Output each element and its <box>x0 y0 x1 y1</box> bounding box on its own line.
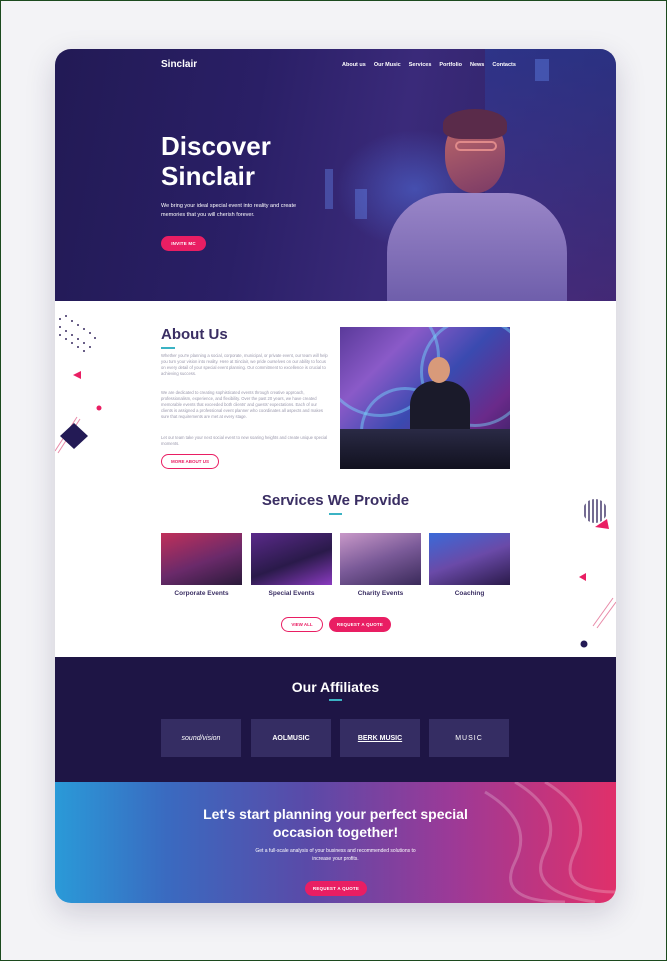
nav-item-about[interactable]: About us <box>342 62 366 68</box>
view-all-button[interactable]: VIEW ALL <box>281 617 323 632</box>
service-card-corporate-label[interactable]: Corporate Events <box>161 590 242 597</box>
service-card-charity-label[interactable]: Charity Events <box>340 590 421 597</box>
about-paragraph-1: Whether you're planning a social, corpor… <box>161 353 328 376</box>
affiliates-title: Our Affiliates <box>291 679 380 695</box>
dot-decoration <box>580 640 588 648</box>
about-paragraph-2: We are dedicated to creating sophisticat… <box>161 390 324 419</box>
about-title: About Us <box>161 326 228 343</box>
about-dj-photo <box>340 327 510 469</box>
cta-background-pattern <box>484 782 616 903</box>
hero-light-bar <box>535 59 549 81</box>
service-card-coaching-label[interactable]: Coaching <box>429 590 510 597</box>
invite-mc-button[interactable]: INVITE MC <box>161 236 206 251</box>
landing-page: Sinclair About us Our Music Services Por… <box>55 49 616 903</box>
nav-item-music[interactable]: Our Music <box>374 62 401 68</box>
service-card-corporate-image[interactable] <box>161 533 242 585</box>
affiliate-logo-sound-vision[interactable]: sound/vision <box>161 719 241 757</box>
hero-title-line1: Discover <box>161 131 271 161</box>
cta-subtitle: Get a full-scale analysis of your busine… <box>255 848 416 862</box>
about-title-underline <box>161 347 175 349</box>
affiliate-logo-music[interactable]: MUSIC <box>429 719 509 757</box>
dots-pattern-decoration <box>59 315 96 352</box>
hero-title: Discover Sinclair <box>161 131 361 191</box>
hero-subtitle: We bring your ideal special event into r… <box>161 203 297 218</box>
service-card-special-image[interactable] <box>251 533 332 585</box>
main-nav: About us Our Music Services Portfolio Ne… <box>342 62 516 68</box>
service-card-charity-image[interactable] <box>340 533 421 585</box>
affiliate-logo-berk-music[interactable]: BERK MUSIC <box>340 719 420 757</box>
cta-title-line1: Let's start planning your perfect specia… <box>203 806 468 822</box>
service-card-special-label[interactable]: Special Events <box>251 590 332 597</box>
services-title: Services We Provide <box>261 492 410 509</box>
brand-logo[interactable]: Sinclair <box>161 59 197 70</box>
triangle-decoration <box>73 371 81 379</box>
cta-request-quote-button[interactable]: REQUEST A QUOTE <box>305 881 367 896</box>
hero-title-line2: Sinclair <box>161 161 255 191</box>
service-card-coaching-image[interactable] <box>429 533 510 585</box>
lines-decoration <box>592 597 616 629</box>
dot-decoration <box>96 405 102 411</box>
more-about-us-button[interactable]: MORE ABOUT US <box>161 454 219 469</box>
hero-light-bar <box>355 189 367 219</box>
services-title-underline <box>329 513 342 515</box>
nav-item-contacts[interactable]: Contacts <box>492 62 516 68</box>
cta-title: Let's start planning your perfect specia… <box>55 805 616 841</box>
affiliates-title-underline <box>329 699 342 701</box>
affiliates-section <box>55 657 616 782</box>
request-quote-button[interactable]: REQUEST A QUOTE <box>329 617 391 632</box>
about-paragraph-3: Let our team take your next social event… <box>161 435 328 446</box>
diamond-decoration <box>55 416 88 454</box>
cta-title-line2: occasion together! <box>272 824 399 840</box>
hero-photo-person <box>377 97 577 301</box>
affiliate-logo-aol-music[interactable]: AOLMUSIC <box>251 719 331 757</box>
hero-section: Sinclair About us Our Music Services Por… <box>55 49 616 301</box>
nav-item-portfolio[interactable]: Portfolio <box>439 62 462 68</box>
triangle-decoration <box>579 573 586 581</box>
nav-item-news[interactable]: News <box>470 62 484 68</box>
nav-item-services[interactable]: Services <box>409 62 432 68</box>
